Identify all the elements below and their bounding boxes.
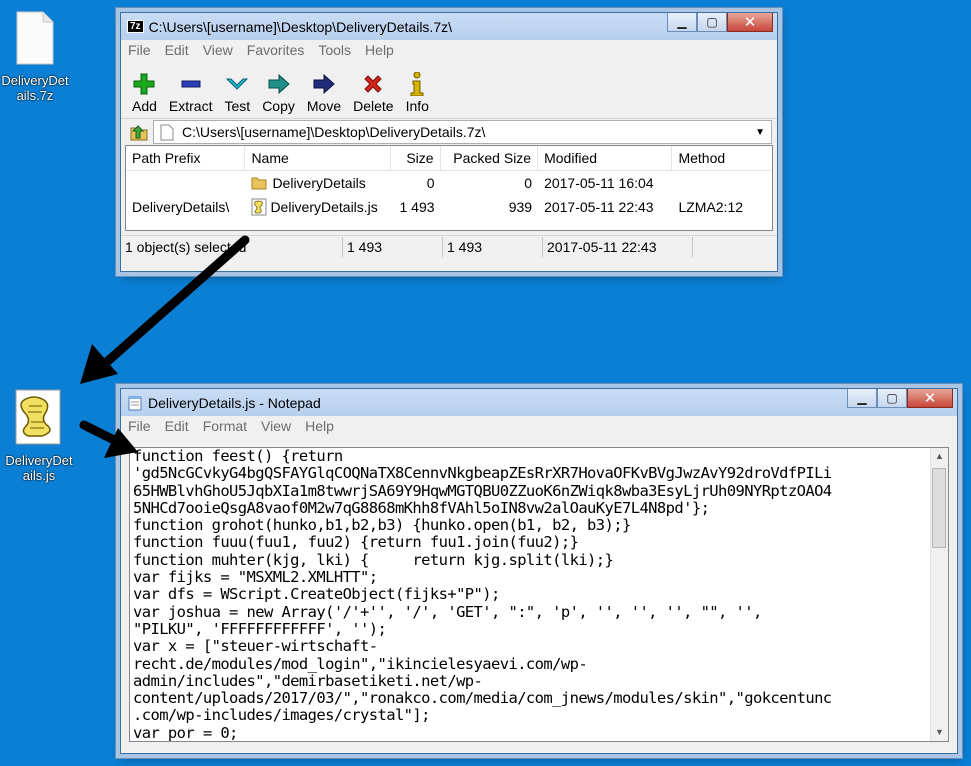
arrow-script-to-notepad	[79, 420, 138, 458]
arrow-archive-to-script-icon	[80, 235, 250, 384]
annotation-arrows	[79, 235, 250, 458]
